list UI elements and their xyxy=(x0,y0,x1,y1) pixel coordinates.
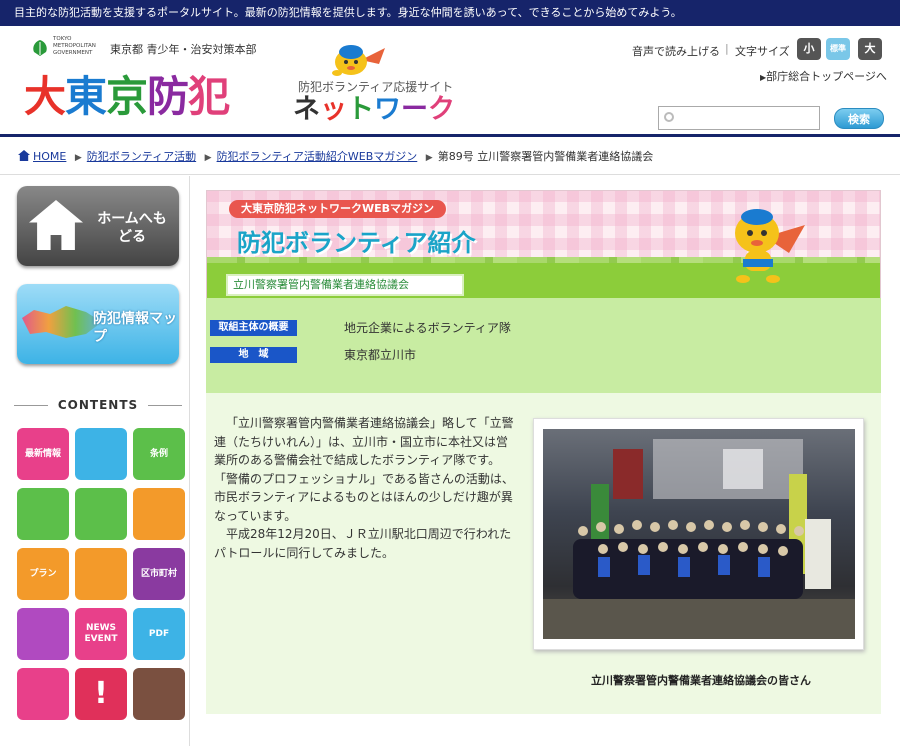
breadcrumb-home[interactable]: HOME xyxy=(33,150,66,163)
contents-tile[interactable]: 最新情報 xyxy=(17,428,69,480)
site-title-char: 犯 xyxy=(188,72,230,121)
info-area: 取組主体の概要 地元企業によるボランティア隊 地 域 東京都立川市 xyxy=(206,298,881,393)
font-size-label: 文字サイズ xyxy=(735,45,790,58)
government-top-link-label: 部庁総合トップページへ xyxy=(766,70,887,83)
house-icon xyxy=(29,200,83,250)
home-icon xyxy=(18,150,30,161)
search-icon xyxy=(664,112,674,122)
breadcrumb-item-volunteer[interactable]: 防犯ボランティア活動 xyxy=(87,150,196,163)
contents-tile[interactable]: NEWS EVENT xyxy=(75,608,127,660)
breadcrumb-current: 第89号 立川警察署管内警備業者連絡協議会 xyxy=(437,150,654,163)
contents-tile-label: ! xyxy=(94,676,108,711)
contents-tile-label: 条例 xyxy=(149,448,168,459)
contents-tile[interactable] xyxy=(75,488,127,540)
tokyo-government-logo-icon[interactable] xyxy=(30,38,50,58)
home-button[interactable]: ホームへもどる xyxy=(17,186,179,266)
sidebar: ホームへもどる 防犯情報マップ CONTENTS 最新情報 条例プラン 区市町村 NE… xyxy=(0,176,190,746)
topic-label: 立川警察署管内警備業者連絡協議会 xyxy=(225,273,465,297)
main-content: 大東京防犯ネットワークWEBマガジン 防犯ボランティア紹介 立川警察署管内警備業… xyxy=(206,190,881,714)
article-paragraph: 平成28年12月20日、ＪＲ立川駅北口周辺で行われたパトロールに同行してみました… xyxy=(214,527,512,560)
contents-tile-label: 最新情報 xyxy=(24,448,61,459)
site-net-char: ッ xyxy=(320,94,347,125)
department-name[interactable]: 東京都 青少年・治安対策本部 xyxy=(110,41,257,57)
contents-tile[interactable] xyxy=(17,608,69,660)
site-logo-network[interactable]: ネットワーク xyxy=(293,94,455,126)
photo-caption: 立川警察署管内警備業者連絡協議会の皆さん xyxy=(591,674,811,687)
breadcrumb-item-magazine[interactable]: 防犯ボランティア活動紹介WEBマガジン xyxy=(217,150,418,163)
site-net-char: ネ xyxy=(293,94,320,125)
info-key-region: 地 域 xyxy=(210,347,297,363)
site-net-char: ワ xyxy=(374,94,401,125)
crime-map-button[interactable]: 防犯情報マップ xyxy=(17,284,179,364)
article-body: 「立川警察署管内警備業者連絡協議会」略して「立警連（たちけいれん）」は、立川市・… xyxy=(214,414,514,562)
government-name-en: TOKYO METROPOLITAN GOVERNMENT xyxy=(53,36,96,56)
contents-tile[interactable] xyxy=(75,548,127,600)
contents-tile-label: PDF xyxy=(148,628,170,639)
contents-tile[interactable] xyxy=(17,488,69,540)
site-title-char: 東 xyxy=(65,72,107,121)
info-key-organization: 取組主体の概要 xyxy=(210,320,297,336)
site-title-char: 防 xyxy=(147,72,189,121)
site-net-char: ー xyxy=(401,94,428,125)
contents-tile[interactable] xyxy=(17,668,69,720)
contents-tile-label: NEWS EVENT xyxy=(84,623,118,644)
chevron-right-icon: ▶ xyxy=(425,153,433,163)
site-title-char: 大 xyxy=(24,72,66,121)
contents-tile[interactable] xyxy=(133,488,185,540)
crime-map-button-label: 防犯情報マップ xyxy=(93,311,177,345)
mascot-dog-icon xyxy=(332,45,385,76)
government-top-link[interactable]: ▶部庁総合トップページへ xyxy=(760,68,887,84)
site-logo-title[interactable]: 大東京防犯 xyxy=(24,72,230,122)
group-photo[interactable] xyxy=(543,429,855,639)
group-photo-image xyxy=(543,439,855,639)
search-input[interactable] xyxy=(658,106,820,130)
contents-tile[interactable]: 条例 xyxy=(133,428,185,480)
font-size-small-button[interactable]: 小 xyxy=(797,38,821,60)
chevron-right-icon: ▶ xyxy=(204,153,212,163)
top-message-bar: 目主的な防犯活動を支援するポータルサイト。最新の防犯情報を提供します。身近な仲間… xyxy=(0,0,900,26)
voice-reading-link[interactable]: 音声で読み上げる xyxy=(632,43,720,59)
magazine-tag: 大東京防犯ネットワークWEBマガジン xyxy=(229,200,447,218)
contents-tile-label: プラン xyxy=(29,568,57,579)
info-value-organization: 地元企業によるボランティア隊 xyxy=(344,321,511,335)
info-value-region: 東京都立川市 xyxy=(344,348,417,362)
font-size-large-button[interactable]: 大 xyxy=(858,38,882,60)
contents-tile[interactable] xyxy=(133,668,185,720)
site-net-char: ト xyxy=(347,94,374,125)
search-button[interactable]: 検索 xyxy=(834,108,884,129)
contents-tile[interactable]: プラン xyxy=(17,548,69,600)
site-title-char: 京 xyxy=(106,72,148,121)
photo-frame xyxy=(533,418,864,650)
contents-tile[interactable]: PDF xyxy=(133,608,185,660)
magazine-banner: 大東京防犯ネットワークWEBマガジン 防犯ボランティア紹介 立川警察署管内警備業… xyxy=(206,190,881,298)
font-size-standard-button[interactable]: 標準 xyxy=(826,38,850,60)
mascot-dog-icon xyxy=(735,209,805,283)
home-button-label: ホームへもどる xyxy=(97,211,167,245)
site-subtitle: 防犯ボランティア応援サイト xyxy=(298,80,454,94)
breadcrumb: HOME ▶ 防犯ボランティア活動 ▶ 防犯ボランティア活動紹介WEBマガジン ▶ 第… xyxy=(0,137,900,175)
tokyo-map-icon xyxy=(22,306,102,338)
contents-tile[interactable] xyxy=(75,428,127,480)
magazine-title: 防犯ボランティア紹介 xyxy=(237,229,476,257)
header-separator: | xyxy=(725,42,729,55)
contents-tile-label: 区市町村 xyxy=(140,568,177,579)
site-net-char: ク xyxy=(428,94,455,125)
article-paragraph: 「立川警察署管内警備業者連絡協議会」略して「立警連（たちけいれん）」は、立川市・… xyxy=(214,416,514,523)
contents-tile[interactable]: 区市町村 xyxy=(133,548,185,600)
contents-tile[interactable]: ! xyxy=(75,668,127,720)
chevron-right-icon: ▶ xyxy=(74,153,82,163)
contents-heading: CONTENTS xyxy=(14,398,182,412)
